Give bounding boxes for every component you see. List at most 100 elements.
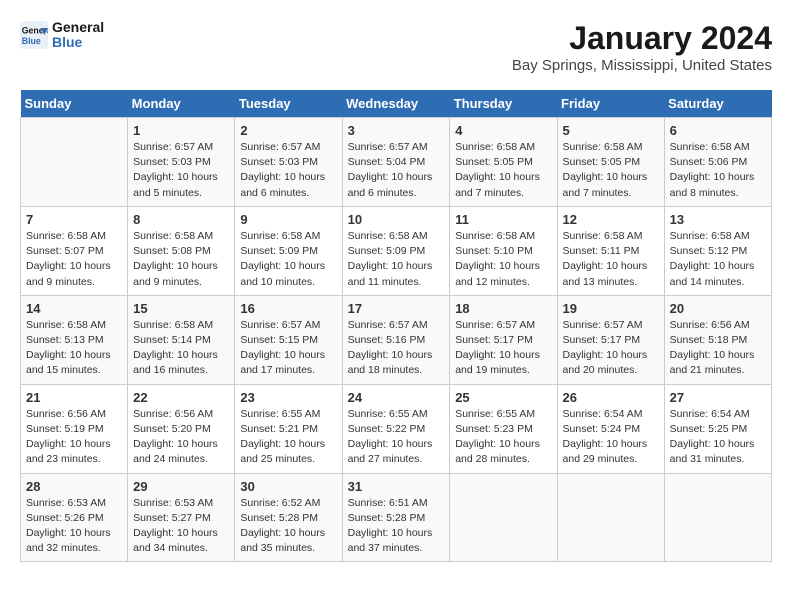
day-number: 22: [133, 390, 229, 405]
calendar-cell: [21, 118, 128, 207]
day-number: 11: [455, 212, 551, 227]
calendar-cell: 7 Sunrise: 6:58 AMSunset: 5:07 PMDaylight…: [21, 206, 128, 295]
day-number: 3: [348, 123, 445, 138]
calendar-cell: 3 Sunrise: 6:57 AMSunset: 5:04 PMDaylight…: [342, 118, 450, 207]
calendar-cell: 23 Sunrise: 6:55 AMSunset: 5:21 PMDayligh…: [235, 384, 342, 473]
week-row-4: 28 Sunrise: 6:53 AMSunset: 5:26 PMDayligh…: [21, 473, 772, 562]
day-info: Sunrise: 6:58 AMSunset: 5:10 PMDaylight:…: [455, 229, 551, 290]
day-number: 16: [240, 301, 336, 316]
calendar-cell: 21 Sunrise: 6:56 AMSunset: 5:19 PMDayligh…: [21, 384, 128, 473]
day-info: Sunrise: 6:56 AMSunset: 5:20 PMDaylight:…: [133, 407, 229, 468]
day-number: 31: [348, 479, 445, 494]
week-row-3: 21 Sunrise: 6:56 AMSunset: 5:19 PMDayligh…: [21, 384, 772, 473]
calendar-cell: 24Sunrise: 6:55 AMSunset: 5:22 PMDayligh…: [342, 384, 450, 473]
day-number: 30: [240, 479, 336, 494]
calendar-body: 1 Sunrise: 6:57 AMSunset: 5:03 PMDaylight…: [21, 118, 772, 562]
calendar-cell: 12Sunrise: 6:58 AMSunset: 5:11 PMDayligh…: [557, 206, 664, 295]
calendar-cell: 16 Sunrise: 6:57 AMSunset: 5:15 PMDayligh…: [235, 295, 342, 384]
calendar-cell: 28 Sunrise: 6:53 AMSunset: 5:26 PMDayligh…: [21, 473, 128, 562]
day-info: Sunrise: 6:57 AMSunset: 5:16 PMDaylight:…: [348, 318, 445, 379]
day-info: Sunrise: 6:58 AMSunset: 5:06 PMDaylight:…: [670, 140, 766, 201]
calendar-cell: 13 Sunrise: 6:58 AMSunset: 5:12 PMDayligh…: [664, 206, 771, 295]
day-info: Sunrise: 6:58 AMSunset: 5:14 PMDaylight:…: [133, 318, 229, 379]
day-info: Sunrise: 6:58 AMSunset: 5:08 PMDaylight:…: [133, 229, 229, 290]
day-number: 12: [563, 212, 659, 227]
day-info: Sunrise: 6:58 AMSunset: 5:12 PMDaylight:…: [670, 229, 766, 290]
calendar-cell: 2Sunrise: 6:57 AMSunset: 5:03 PMDaylight…: [235, 118, 342, 207]
calendar-cell: 11 Sunrise: 6:58 AMSunset: 5:10 PMDayligh…: [450, 206, 557, 295]
calendar-cell: 10 Sunrise: 6:58 AMSunset: 5:09 PMDayligh…: [342, 206, 450, 295]
day-number: 18: [455, 301, 551, 316]
day-info: Sunrise: 6:58 AMSunset: 5:07 PMDaylight:…: [26, 229, 122, 290]
calendar-cell: 25Sunrise: 6:55 AMSunset: 5:23 PMDayligh…: [450, 384, 557, 473]
day-info: Sunrise: 6:53 AMSunset: 5:26 PMDaylight:…: [26, 496, 122, 557]
day-number: 28: [26, 479, 122, 494]
day-info: Sunrise: 6:57 AMSunset: 5:04 PMDaylight:…: [348, 140, 445, 201]
day-number: 14: [26, 301, 122, 316]
day-info: Sunrise: 6:54 AMSunset: 5:25 PMDaylight:…: [670, 407, 766, 468]
day-number: 21: [26, 390, 122, 405]
day-number: 7: [26, 212, 122, 227]
calendar-header-row: SundayMondayTuesdayWednesdayThursdayFrid…: [21, 90, 772, 118]
calendar-cell: 8 Sunrise: 6:58 AMSunset: 5:08 PMDaylight…: [128, 206, 235, 295]
day-info: Sunrise: 6:51 AMSunset: 5:28 PMDaylight:…: [348, 496, 445, 557]
calendar-cell: 30 Sunrise: 6:52 AMSunset: 5:28 PMDayligh…: [235, 473, 342, 562]
title-area: January 2024 Bay Springs, Mississippi, U…: [512, 20, 772, 74]
calendar-cell: 26 Sunrise: 6:54 AMSunset: 5:24 PMDayligh…: [557, 384, 664, 473]
calendar-cell: [557, 473, 664, 562]
day-info: Sunrise: 6:57 AMSunset: 5:15 PMDaylight:…: [240, 318, 336, 379]
day-header-wednesday: Wednesday: [342, 90, 450, 118]
day-number: 26: [563, 390, 659, 405]
calendar-cell: [664, 473, 771, 562]
day-number: 6: [670, 123, 766, 138]
day-info: Sunrise: 6:55 AMSunset: 5:21 PMDaylight:…: [240, 407, 336, 468]
week-row-1: 7 Sunrise: 6:58 AMSunset: 5:07 PMDaylight…: [21, 206, 772, 295]
day-number: 23: [240, 390, 336, 405]
day-info: Sunrise: 6:53 AMSunset: 5:27 PMDaylight:…: [133, 496, 229, 557]
day-info: Sunrise: 6:56 AMSunset: 5:18 PMDaylight:…: [670, 318, 766, 379]
day-info: Sunrise: 6:57 AMSunset: 5:17 PMDaylight:…: [563, 318, 659, 379]
day-info: Sunrise: 6:58 AMSunset: 5:09 PMDaylight:…: [348, 229, 445, 290]
calendar-cell: 20 Sunrise: 6:56 AMSunset: 5:18 PMDayligh…: [664, 295, 771, 384]
day-number: 13: [670, 212, 766, 227]
calendar-cell: 14 Sunrise: 6:58 AMSunset: 5:13 PMDayligh…: [21, 295, 128, 384]
calendar-cell: 5Sunrise: 6:58 AMSunset: 5:05 PMDaylight…: [557, 118, 664, 207]
calendar-cell: 4 Sunrise: 6:58 AMSunset: 5:05 PMDaylight…: [450, 118, 557, 207]
day-info: Sunrise: 6:57 AMSunset: 5:17 PMDaylight:…: [455, 318, 551, 379]
day-number: 19: [563, 301, 659, 316]
calendar-cell: 19 Sunrise: 6:57 AMSunset: 5:17 PMDayligh…: [557, 295, 664, 384]
day-info: Sunrise: 6:52 AMSunset: 5:28 PMDaylight:…: [240, 496, 336, 557]
day-number: 8: [133, 212, 229, 227]
day-header-sunday: Sunday: [21, 90, 128, 118]
calendar-cell: 6 Sunrise: 6:58 AMSunset: 5:06 PMDaylight…: [664, 118, 771, 207]
calendar-cell: 18 Sunrise: 6:57 AMSunset: 5:17 PMDayligh…: [450, 295, 557, 384]
day-number: 15: [133, 301, 229, 316]
day-info: Sunrise: 6:57 AMSunset: 5:03 PMDaylight:…: [240, 140, 336, 201]
day-number: 4: [455, 123, 551, 138]
day-number: 1: [133, 123, 229, 138]
day-header-thursday: Thursday: [450, 90, 557, 118]
header: General Blue General Blue January 2024 B…: [20, 20, 772, 74]
day-number: 29: [133, 479, 229, 494]
day-header-friday: Friday: [557, 90, 664, 118]
day-info: Sunrise: 6:58 AMSunset: 5:05 PMDaylight:…: [455, 140, 551, 201]
calendar-subtitle: Bay Springs, Mississippi, United States: [512, 57, 772, 74]
day-info: Sunrise: 6:55 AMSunset: 5:22 PMDaylight:…: [348, 407, 445, 468]
day-number: 20: [670, 301, 766, 316]
day-header-saturday: Saturday: [664, 90, 771, 118]
day-info: Sunrise: 6:56 AMSunset: 5:19 PMDaylight:…: [26, 407, 122, 468]
day-info: Sunrise: 6:58 AMSunset: 5:13 PMDaylight:…: [26, 318, 122, 379]
day-number: 27: [670, 390, 766, 405]
day-number: 5: [563, 123, 659, 138]
logo: General Blue General Blue: [20, 20, 104, 51]
calendar-table: SundayMondayTuesdayWednesdayThursdayFrid…: [20, 90, 772, 562]
day-info: Sunrise: 6:54 AMSunset: 5:24 PMDaylight:…: [563, 407, 659, 468]
day-number: 25: [455, 390, 551, 405]
week-row-2: 14 Sunrise: 6:58 AMSunset: 5:13 PMDayligh…: [21, 295, 772, 384]
day-header-monday: Monday: [128, 90, 235, 118]
logo-line1: General: [52, 20, 104, 35]
day-number: 10: [348, 212, 445, 227]
calendar-cell: 29 Sunrise: 6:53 AMSunset: 5:27 PMDayligh…: [128, 473, 235, 562]
day-header-tuesday: Tuesday: [235, 90, 342, 118]
week-row-0: 1 Sunrise: 6:57 AMSunset: 5:03 PMDaylight…: [21, 118, 772, 207]
